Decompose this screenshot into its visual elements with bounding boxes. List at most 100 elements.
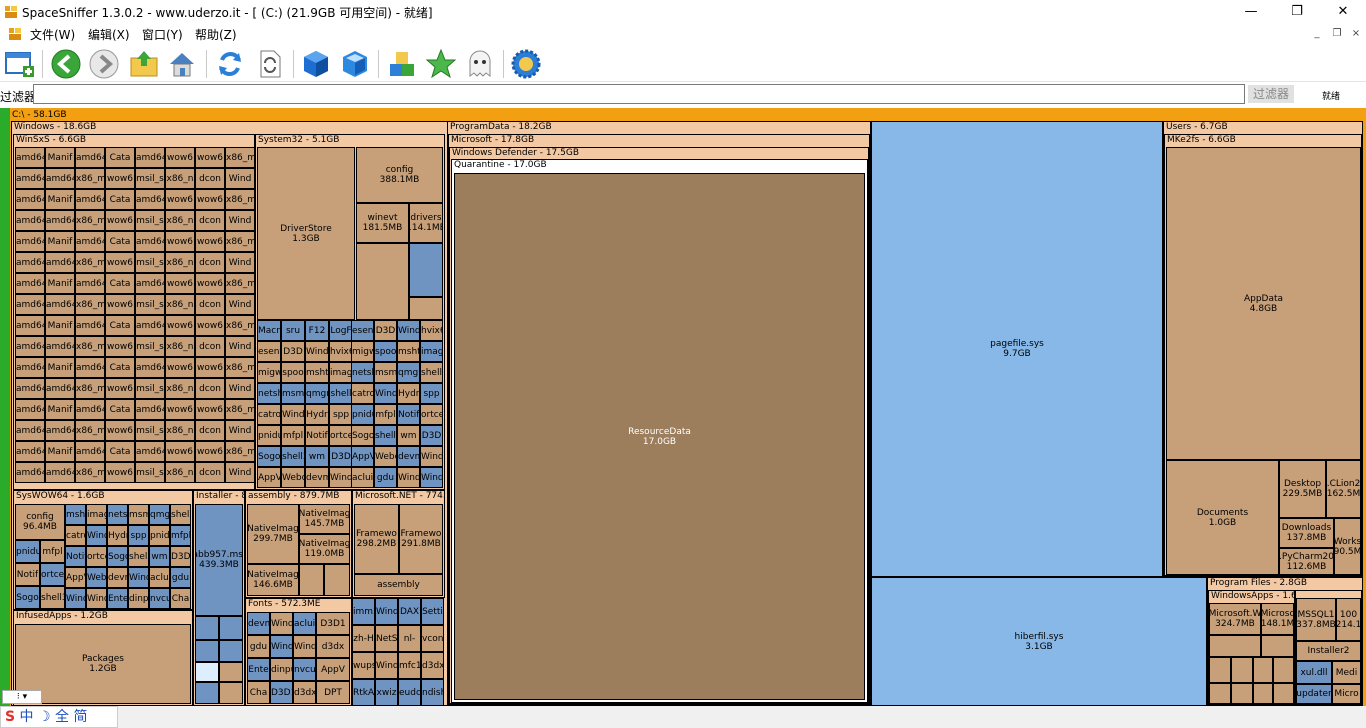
msi-block[interactable] <box>219 682 243 704</box>
sleepstudy-block[interactable] <box>356 243 409 320</box>
windows-misc-block[interactable]: Windc <box>375 652 398 679</box>
winsxs-entry-block[interactable]: amd64 <box>15 357 45 378</box>
winsxs-entry-block[interactable]: wow6 <box>195 399 225 420</box>
drivers-block[interactable]: drivers 114.1MB <box>409 203 443 243</box>
driverstore-block[interactable]: DriverStore 1.3GB <box>257 147 355 320</box>
refresh-button[interactable] <box>214 48 246 80</box>
winsxs-entry-block[interactable]: Wind <box>225 168 255 189</box>
hiberfil-block[interactable]: hiberfil.sys 3.1GB <box>871 577 1207 706</box>
system32-entry-block[interactable]: qmgr <box>305 383 329 404</box>
system32-entry-block[interactable]: esent <box>351 320 374 341</box>
framework-block[interactable]: Framewo 298.2MB <box>354 504 399 574</box>
font-file-block[interactable]: aclui <box>293 612 316 635</box>
system32-entry-block[interactable]: Wind <box>397 467 420 488</box>
syswow64-entry-block[interactable]: Wind <box>86 588 107 609</box>
windows-misc-block[interactable]: zh-H <box>352 625 375 652</box>
ime-handle[interactable]: ⁝ ▾ <box>2 690 42 704</box>
winsxs-entry-block[interactable]: x86_n <box>165 294 195 315</box>
system32-entry-block[interactable]: Hydr <box>397 383 420 404</box>
mdi-restore-button[interactable]: ❐ <box>1328 27 1346 41</box>
home-button[interactable] <box>166 48 198 80</box>
syswow64-entry-block[interactable]: msm <box>128 504 149 525</box>
winsxs-entry-block[interactable]: amd64 <box>45 462 75 483</box>
font-file-block[interactable]: dinpu <box>270 658 293 681</box>
syswow64-entry-block[interactable]: Sogo <box>15 586 40 609</box>
winsxs-entry-block[interactable]: x86_n <box>165 420 195 441</box>
system32-entry-block[interactable]: Macr <box>257 320 281 341</box>
windows-misc-block[interactable]: ndish <box>421 679 444 706</box>
msi-block[interactable] <box>195 640 219 662</box>
syswow64-entry-block[interactable]: msht <box>65 504 86 525</box>
winsxs-entry-block[interactable]: amd64_ <box>75 231 105 252</box>
syswow64-entry-block[interactable]: ortce <box>86 546 107 567</box>
winsxs-entry-block[interactable]: wow6 <box>195 189 225 210</box>
winsxs-entry-block[interactable]: Manif <box>45 189 75 210</box>
winsxs-entry-block[interactable]: wow6 <box>195 441 225 462</box>
system32-entry-block[interactable]: D3D <box>374 320 397 341</box>
menu-window[interactable]: 窗口(Y) <box>142 26 183 43</box>
winsxs-entry-block[interactable]: msil_s <box>135 210 165 231</box>
syswow64-entry-block[interactable]: catroo <box>65 525 86 546</box>
winsxs-entry-block[interactable]: wow6 <box>105 210 135 231</box>
winsxs-entry-block[interactable]: Wind <box>225 378 255 399</box>
winsxs-entry-block[interactable]: wow6 <box>165 441 195 462</box>
syswow64-entry-block[interactable]: pnidu <box>15 540 40 563</box>
windows-misc-block[interactable]: Wind <box>375 598 398 625</box>
winsxs-entry-block[interactable]: amd64 <box>135 315 165 336</box>
close-button[interactable]: ✕ <box>1320 0 1366 24</box>
windows-misc-block[interactable]: imm3 <box>352 598 375 625</box>
winsxs-entry-block[interactable]: dcon <box>195 378 225 399</box>
system32-entry-block[interactable]: Wind <box>281 404 305 425</box>
winsxs-entry-block[interactable]: Cata <box>105 189 135 210</box>
syswow64-entry-block[interactable]: aclui <box>149 567 170 588</box>
system32-entry-block[interactable]: shell3 <box>281 446 305 467</box>
windows-misc-block[interactable]: Setti <box>421 598 444 625</box>
font-file-block[interactable]: Wind <box>270 635 293 658</box>
winsxs-entry-block[interactable]: wow6 <box>165 357 195 378</box>
catroot-block[interactable] <box>409 297 443 320</box>
winsxs-entry-block[interactable]: Wind <box>225 294 255 315</box>
winsxs-entry-block[interactable]: x86_m <box>225 273 255 294</box>
winevt-block[interactable]: winevt 181.5MB <box>356 203 409 243</box>
winsxs-entry-block[interactable]: amd64 <box>15 273 45 294</box>
blocks-button[interactable] <box>386 48 418 80</box>
system32-entry-block[interactable]: shell3 <box>374 425 397 446</box>
system32-entry-block[interactable]: shell <box>420 362 443 383</box>
nativeimages-block[interactable]: NativeImag 119.0MB <box>299 534 350 564</box>
font-file-block[interactable]: d3dx <box>293 681 316 704</box>
winsxs-entry-block[interactable]: Cata <box>105 315 135 336</box>
system32-entry-block[interactable]: spoo <box>281 362 305 383</box>
winsxs-entry-block[interactable]: msil_s <box>135 378 165 399</box>
syswow64-entry-block[interactable]: shell3 <box>40 586 65 609</box>
system32-entry-block[interactable]: migw <box>351 341 374 362</box>
app-block[interactable] <box>1231 657 1253 683</box>
winsxs-entry-block[interactable]: Wind <box>225 210 255 231</box>
winsxs-entry-block[interactable]: Cata <box>105 441 135 462</box>
system32-entry-block[interactable]: aclui <box>351 467 374 488</box>
winsxs-entry-block[interactable]: x86_m <box>75 294 105 315</box>
works-block[interactable]: Works 90.5M <box>1334 518 1361 575</box>
resourcedata-block[interactable]: ResourceData 17.0GB <box>454 173 865 700</box>
font-file-block[interactable]: devm <box>247 612 270 635</box>
system32-entry-block[interactable]: Wind <box>397 320 420 341</box>
winsxs-entry-block[interactable]: x86_m <box>225 189 255 210</box>
syswow64-entry-block[interactable]: Cha <box>170 588 191 609</box>
winsxs-entry-block[interactable]: wow6 <box>165 189 195 210</box>
winsxs-entry-block[interactable]: amd64 <box>135 147 165 168</box>
winsxs-entry-block[interactable]: Wind <box>225 252 255 273</box>
system32-entry-block[interactable]: sru <box>281 320 305 341</box>
filter-button[interactable]: 过滤器 <box>1248 85 1294 103</box>
framework64-block[interactable]: Framewo 291.8MB <box>399 504 443 574</box>
updater-block[interactable]: updater <box>1296 684 1332 704</box>
winsxs-entry-block[interactable]: wow6 <box>195 231 225 252</box>
font-file-block[interactable]: nvcuc <box>293 658 316 681</box>
winsxs-entry-block[interactable]: x86_m <box>75 168 105 189</box>
syswow64-entry-block[interactable]: shell3 <box>128 546 149 567</box>
font-file-block[interactable]: D3D1 <box>270 681 293 704</box>
system32-entry-block[interactable]: Sogo <box>257 446 281 467</box>
windows-misc-block[interactable]: eudc <box>398 679 421 706</box>
syswow64-entry-block[interactable]: Ente <box>107 588 128 609</box>
system32-entry-block[interactable]: LogF <box>329 320 353 341</box>
font-file-block[interactable]: AppV <box>316 658 350 681</box>
app-block[interactable] <box>1261 635 1294 657</box>
